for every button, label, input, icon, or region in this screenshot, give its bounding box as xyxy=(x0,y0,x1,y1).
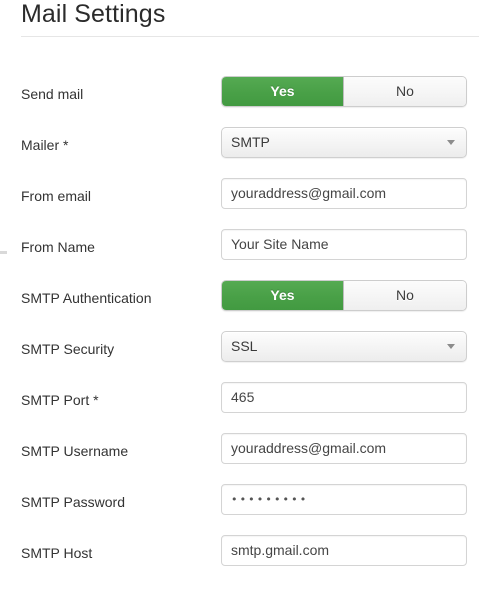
form-row-smtp-host: SMTP Host smtp.gmail.com xyxy=(0,535,500,586)
field-smtp-username: youraddress@gmail.com xyxy=(221,433,467,464)
input-smtp-password[interactable]: ••••••••• xyxy=(221,484,467,515)
field-smtp-host: smtp.gmail.com xyxy=(221,535,467,566)
page-title: Mail Settings xyxy=(21,0,166,28)
input-smtp-username[interactable]: youraddress@gmail.com xyxy=(221,433,467,464)
label-smtp-username: SMTP Username xyxy=(21,443,129,459)
select-smtp-security[interactable]: SSL xyxy=(221,331,467,362)
label-send-mail: Send mail xyxy=(21,86,84,102)
title-divider xyxy=(21,36,479,37)
form-row-from-name: From Name Your Site Name xyxy=(0,229,500,280)
label-smtp-security: SMTP Security xyxy=(21,341,115,357)
input-from-email[interactable]: youraddress@gmail.com xyxy=(221,178,467,209)
form-row-send-mail: Send mail Yes No xyxy=(0,76,500,127)
field-mailer: SMTP xyxy=(221,127,467,158)
field-send-mail: Yes No xyxy=(221,76,467,107)
select-smtp-security-value[interactable]: SSL xyxy=(221,331,467,362)
label-smtp-port: SMTP Port * xyxy=(21,392,99,408)
toggle-smtp-authentication-no[interactable]: No xyxy=(344,281,466,310)
form-row-mailer: Mailer * SMTP xyxy=(0,127,500,178)
form-row-smtp-authentication: SMTP Authentication Yes No xyxy=(0,280,500,331)
form-row-from-email: From email youraddress@gmail.com xyxy=(0,178,500,229)
toggle-send-mail[interactable]: Yes No xyxy=(221,76,467,107)
form-row-smtp-password: SMTP Password ••••••••• xyxy=(0,484,500,535)
field-smtp-port: 465 xyxy=(221,382,467,413)
toggle-send-mail-no[interactable]: No xyxy=(344,77,466,106)
field-from-email: youraddress@gmail.com xyxy=(221,178,467,209)
label-mailer: Mailer * xyxy=(21,137,69,153)
toggle-smtp-authentication-yes[interactable]: Yes xyxy=(222,281,344,310)
label-smtp-authentication: SMTP Authentication xyxy=(21,290,152,306)
select-mailer[interactable]: SMTP xyxy=(221,127,467,158)
form-row-smtp-security: SMTP Security SSL xyxy=(0,331,500,382)
label-from-name: From Name xyxy=(21,239,95,255)
select-mailer-value[interactable]: SMTP xyxy=(221,127,467,158)
form-row-smtp-username: SMTP Username youraddress@gmail.com xyxy=(0,433,500,484)
field-from-name: Your Site Name xyxy=(221,229,467,260)
form-row-smtp-port: SMTP Port * 465 xyxy=(0,382,500,433)
field-smtp-password: ••••••••• xyxy=(221,484,467,515)
input-from-name[interactable]: Your Site Name xyxy=(221,229,467,260)
field-smtp-security: SSL xyxy=(221,331,467,362)
input-smtp-port[interactable]: 465 xyxy=(221,382,467,413)
toggle-smtp-authentication[interactable]: Yes No xyxy=(221,280,467,311)
mail-settings-form: Send mail Yes No Mailer * SMTP From email your… xyxy=(0,76,500,586)
label-smtp-password: SMTP Password xyxy=(21,494,125,510)
label-smtp-host: SMTP Host xyxy=(21,545,93,561)
mail-settings-page: Mail Settings Send mail Yes No Mailer * SMTP… xyxy=(0,0,500,593)
input-smtp-host[interactable]: smtp.gmail.com xyxy=(221,535,467,566)
label-from-email: From email xyxy=(21,188,92,204)
toggle-send-mail-yes[interactable]: Yes xyxy=(222,77,344,106)
field-smtp-authentication: Yes No xyxy=(221,280,467,311)
